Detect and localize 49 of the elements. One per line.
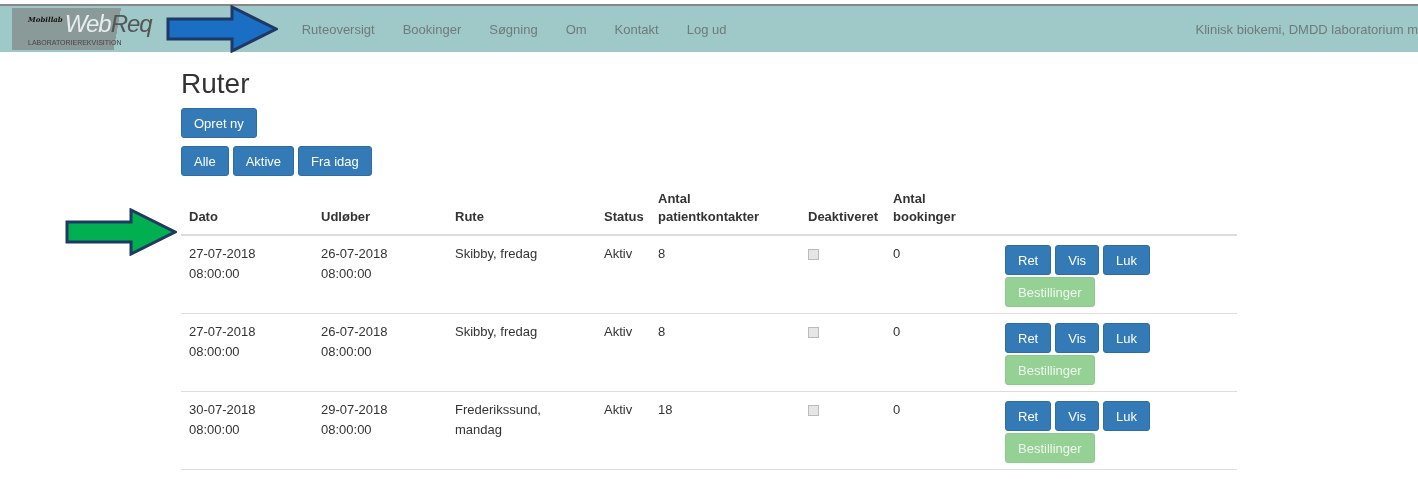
expiry-cell-text: 26-07-2018 08:00:00 <box>321 245 389 283</box>
date-cell-text: 27-07-2018 08:00:00 <box>189 323 257 361</box>
logo-wordmark: WebReq <box>64 10 152 38</box>
count-cell: 8 <box>658 246 666 261</box>
column-header: Rute <box>455 208 485 226</box>
status-cell: Aktiv <box>604 402 633 417</box>
action-button[interactable]: Ret <box>1005 401 1052 431</box>
column-header: Antal bookinger <box>893 190 957 226</box>
page-title: Ruter <box>181 68 251 100</box>
date-cell-text: 27-07-2018 08:00:00 <box>189 245 257 283</box>
route-cell-text: Skibby, fredag <box>455 323 539 341</box>
nav-link[interactable]: Log ud <box>672 21 741 37</box>
nav-link[interactable]: Søgning <box>475 21 552 37</box>
column-header: Dato <box>189 208 219 226</box>
user-label: Klinisk biokemi, DMDD laboratorium m <box>1195 21 1418 37</box>
column-header: Deaktiveret <box>808 208 877 226</box>
count-cell: 8 <box>658 324 666 339</box>
action-button[interactable]: Luk <box>1103 245 1151 275</box>
nav-link[interactable]: Ruteoversigt <box>287 21 389 37</box>
action-button[interactable]: Ret <box>1005 323 1052 353</box>
count-cell: 18 <box>658 402 673 417</box>
status-cell: Aktiv <box>604 324 633 339</box>
arrow-icon <box>65 208 177 256</box>
filter-button[interactable]: Alle <box>181 146 229 176</box>
count-cell: 0 <box>893 246 901 261</box>
nav-link[interactable]: Kontakt <box>600 21 673 37</box>
nav-link[interactable]: Bookinger <box>388 21 476 37</box>
column-header: Antal patientkontakter <box>658 190 761 226</box>
column-header: Udløber <box>321 208 372 226</box>
action-button[interactable]: Luk <box>1103 401 1151 431</box>
create-button[interactable]: Opret ny <box>181 108 257 138</box>
expiry-cell-text: 29-07-2018 08:00:00 <box>321 401 389 439</box>
route-cell-text: Frederikssund, mandag <box>455 401 542 439</box>
filter-button[interactable]: Fra idag <box>298 146 372 176</box>
action-button[interactable]: Vis <box>1055 401 1100 431</box>
action-button[interactable]: Luk <box>1103 323 1151 353</box>
count-cell: 0 <box>893 402 901 417</box>
action-button[interactable]: Vis <box>1055 323 1100 353</box>
expiry-cell-text: 26-07-2018 08:00:00 <box>321 323 389 361</box>
status-cell: Aktiv <box>604 246 633 261</box>
route-cell-text: Skibby, fredag <box>455 245 539 263</box>
arrow-icon <box>165 5 278 53</box>
date-cell-text: 30-07-2018 08:00:00 <box>189 401 257 439</box>
action-button[interactable]: Vis <box>1055 245 1100 275</box>
filter-button[interactable]: Aktive <box>232 146 295 176</box>
action-button[interactable]: Ret <box>1005 245 1052 275</box>
nav-link[interactable]: Om <box>551 21 601 37</box>
column-header: Status <box>604 208 642 226</box>
count-cell: 0 <box>893 324 901 339</box>
